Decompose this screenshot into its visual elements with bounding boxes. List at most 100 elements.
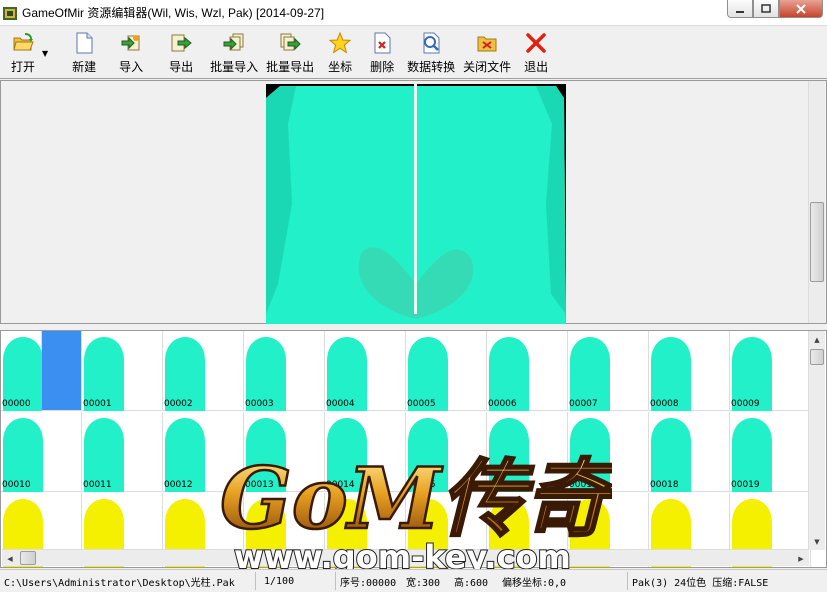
open-dropdown-arrow-icon[interactable]: ▼ xyxy=(42,49,48,58)
convert-icon xyxy=(419,31,443,55)
grid-scroll-thumb[interactable] xyxy=(810,349,824,365)
convert-label: 数据转换 xyxy=(407,60,456,74)
thumbnail-cell[interactable]: 00015 xyxy=(406,412,487,492)
thumbnail-cell[interactable]: 00001 xyxy=(82,331,163,411)
status-width: 宽:300 xyxy=(406,577,441,589)
thumbnail-label: 00012 xyxy=(164,480,193,490)
export-button[interactable]: 导出 xyxy=(156,27,206,77)
scroll-left-arrow-icon[interactable]: ◀ xyxy=(2,550,18,567)
convert-button[interactable]: 数据转换 xyxy=(402,27,460,77)
thumbnail-label: 00000 xyxy=(2,399,31,409)
thumbnail-label: 00002 xyxy=(164,399,193,409)
batch-export-label: 批量导出 xyxy=(266,60,315,74)
thumbnail-label: 00006 xyxy=(488,399,517,409)
batch-import-label: 批量导入 xyxy=(210,60,259,74)
delete-document-icon xyxy=(370,31,394,55)
thumbnail-label: 00013 xyxy=(245,480,274,490)
thumbnail-cell[interactable]: 00005 xyxy=(406,331,487,411)
delete-button[interactable]: 删除 xyxy=(362,27,402,77)
thumbnail-label: 00018 xyxy=(650,480,679,490)
thumbnail-cell[interactable]: 00013 xyxy=(244,412,325,492)
minimize-button[interactable] xyxy=(727,0,753,18)
exit-label: 退出 xyxy=(524,60,549,74)
app-logo-icon xyxy=(3,6,17,20)
thumbnail-label: 00008 xyxy=(650,399,679,409)
thumbnail-label: 00009 xyxy=(731,399,760,409)
batch-import-button[interactable]: 批量导入 xyxy=(206,27,262,77)
new-label: 新建 xyxy=(72,60,97,74)
coordinates-label: 坐标 xyxy=(328,60,353,74)
grid-horizontal-scrollbar[interactable]: ◀ ▶ xyxy=(2,549,809,566)
preview-image xyxy=(266,84,566,324)
window-controls xyxy=(727,0,823,18)
thumbnail-label: 00017 xyxy=(569,480,598,490)
thumbnail-cell[interactable]: 00019 xyxy=(730,412,811,492)
thumbnail-cell[interactable]: 00000 xyxy=(1,331,42,411)
thumbnail-cell[interactable]: 00002 xyxy=(163,331,244,411)
image-preview-panel xyxy=(0,80,827,324)
thumbnail-label: 00010 xyxy=(2,480,31,490)
exit-x-icon xyxy=(524,31,548,55)
close-file-button[interactable]: 关闭文件 xyxy=(460,27,514,77)
import-icon xyxy=(119,31,143,55)
thumbnail-cell-selected[interactable] xyxy=(42,331,82,411)
thumbnail-grid: 00019 00018 00017 00016 00015 00014 00013 00012… xyxy=(0,330,827,568)
thumbnail-cell[interactable]: 00003 xyxy=(244,331,325,411)
app-window: GameOfMir 资源编辑器(Wil, Wis, Wzl, Pak) [201… xyxy=(0,0,827,592)
status-index: 序号:00000 xyxy=(340,577,397,589)
close-file-icon xyxy=(475,31,499,55)
thumbnail-cell[interactable]: 00016 xyxy=(487,412,568,492)
thumbnail-cell[interactable]: 00012 xyxy=(163,412,244,492)
toolbar: 打开 ▼ 新建 导入 导出 批量导入 批量导出 坐标 删除 数据转换 关闭文件 … xyxy=(0,27,827,79)
new-document-icon xyxy=(72,31,96,55)
preview-vertical-scrollbar[interactable] xyxy=(808,81,825,323)
thumbnail-cell[interactable]: 00010 xyxy=(1,412,82,492)
folder-open-icon xyxy=(11,31,35,55)
thumbnail-cell[interactable]: 00009 xyxy=(730,331,811,411)
scroll-right-arrow-icon[interactable]: ▶ xyxy=(793,550,809,567)
open-button[interactable]: 打开 xyxy=(6,27,40,77)
export-label: 导出 xyxy=(169,60,194,74)
thumbnail-label: 00016 xyxy=(488,480,517,490)
grid-vertical-scrollbar[interactable]: ▲ ▼ xyxy=(808,331,825,550)
open-label: 打开 xyxy=(10,60,35,74)
thumbnail-label: 00015 xyxy=(407,480,436,490)
maximize-button[interactable] xyxy=(753,0,779,18)
thumbnail-label: 00014 xyxy=(326,480,355,490)
thumbnail-cell[interactable]: 00011 xyxy=(82,412,163,492)
thumbnail-cell[interactable]: 00014 xyxy=(325,412,406,492)
status-bar: C:\Users\Administrator\Desktop\光柱.Pak 1/… xyxy=(0,569,827,592)
close-button[interactable] xyxy=(779,0,823,18)
star-icon xyxy=(328,31,352,55)
maximize-icon xyxy=(761,3,771,13)
thumbnail-cell[interactable]: 00008 xyxy=(649,331,730,411)
close-file-label: 关闭文件 xyxy=(463,60,512,74)
thumbnail-cell[interactable]: 00018 xyxy=(649,412,730,492)
thumbnail-cell[interactable]: 00007 xyxy=(568,331,649,411)
scroll-up-arrow-icon[interactable]: ▲ xyxy=(809,331,825,348)
window-title: GameOfMir 资源编辑器(Wil, Wis, Wzl, Pak) [201… xyxy=(22,6,325,20)
status-format: Pak(3) 24位色 压缩:FALSE xyxy=(632,577,769,589)
thumbnail-cell[interactable]: 00004 xyxy=(325,331,406,411)
thumbnail-cell[interactable]: 00017 xyxy=(568,412,649,492)
batch-export-icon xyxy=(278,31,302,55)
exit-button[interactable]: 退出 xyxy=(514,27,558,77)
scroll-down-arrow-icon[interactable]: ▼ xyxy=(809,533,825,550)
batch-export-button[interactable]: 批量导出 xyxy=(262,27,318,77)
coordinates-button[interactable]: 坐标 xyxy=(318,27,362,77)
status-position: 1/100 xyxy=(256,572,336,590)
batch-import-icon xyxy=(222,31,246,55)
preview-scroll-thumb[interactable] xyxy=(810,202,824,282)
title-bar: GameOfMir 资源编辑器(Wil, Wis, Wzl, Pak) [201… xyxy=(0,0,827,26)
status-offset: 偏移坐标:0,0 xyxy=(498,572,628,590)
import-button[interactable]: 导入 xyxy=(106,27,156,77)
status-file-path: C:\Users\Administrator\Desktop\光柱.Pak xyxy=(0,572,256,590)
delete-label: 删除 xyxy=(370,60,395,74)
thumbnail-cell[interactable]: 00006 xyxy=(487,331,568,411)
export-icon xyxy=(169,31,193,55)
grid-hscroll-thumb[interactable] xyxy=(20,551,36,565)
new-button[interactable]: 新建 xyxy=(62,27,106,77)
minimize-icon xyxy=(736,10,744,13)
thumbnail-label: 00004 xyxy=(326,399,355,409)
thumbnail-label: 00019 xyxy=(731,480,760,490)
